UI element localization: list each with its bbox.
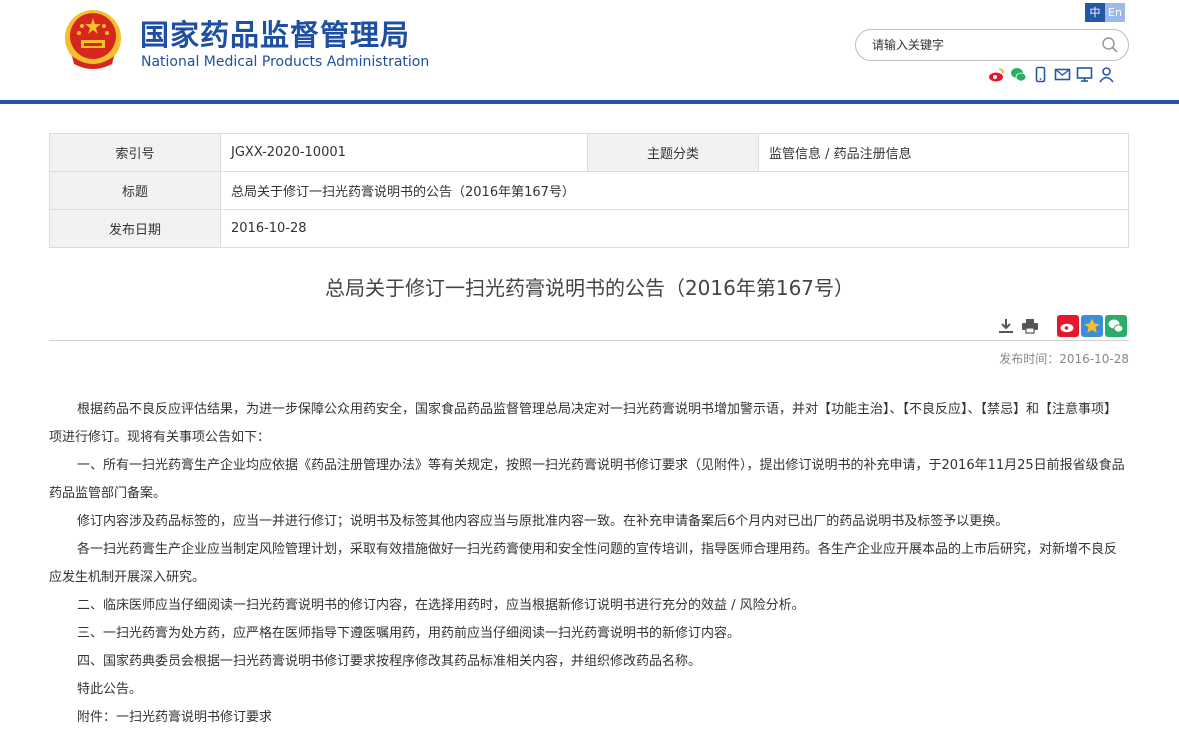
search-icon[interactable] (1101, 36, 1119, 54)
index-label: 索引号 (49, 133, 221, 172)
article-paragraph: 一、所有一扫光药膏生产企业均应依据《药品注册管理办法》等有关规定，按照一扫光药膏… (49, 458, 1125, 501)
mail-icon[interactable] (1054, 66, 1071, 83)
publish-time: 发布时间：2016-10-28 (999, 352, 1129, 366)
social-links (988, 66, 1115, 83)
search-box (855, 29, 1129, 61)
title-value: 总局关于修订一扫光药膏说明书的公告（2016年第167号） (220, 171, 1129, 210)
article-paragraph: 三、一扫光药膏为处方药，应严格在医师指导下遵医嘱用药，用药前应当仔细阅读一扫光药… (77, 626, 741, 641)
search-input[interactable] (872, 35, 1092, 55)
table-row: 发布日期 2016-10-28 (49, 209, 1129, 248)
table-row: 索引号 JGXX-2020-10001 主题分类 监管信息 / 药品注册信息 (49, 133, 1129, 172)
article-paragraph: 四、国家药典委员会根据一扫光药膏说明书修订要求按程序修改其药品标准相关内容，并组… (77, 654, 702, 669)
table-row: 标题 总局关于修订一扫光药膏说明书的公告（2016年第167号） (49, 171, 1129, 210)
article-paragraph: 特此公告。 (77, 682, 143, 697)
title-label: 标题 (49, 171, 221, 210)
share-weibo-icon[interactable] (1057, 315, 1079, 337)
article-paragraph: 各一扫光药膏生产企业应当制定风险管理计划，采取有效措施做好一扫光药膏使用和安全性… (49, 542, 1118, 585)
attachment-link[interactable]: 附件：一扫光药膏说明书修订要求 (49, 704, 1129, 732)
lang-cn-button[interactable]: 中 (1085, 3, 1105, 22)
print-icon[interactable] (1020, 316, 1040, 336)
date-value: 2016-10-28 (220, 209, 1129, 248)
index-value: JGXX-2020-10001 (220, 133, 588, 172)
mobile-icon[interactable] (1032, 66, 1049, 83)
header-divider (0, 100, 1179, 104)
lang-en-button[interactable]: En (1105, 3, 1125, 22)
site-name-cn[interactable]: 国家药品监督管理局 (140, 12, 410, 54)
site-name-en[interactable]: National Medical Products Administration (141, 54, 429, 70)
info-table: 索引号 JGXX-2020-10001 主题分类 监管信息 / 药品注册信息 标… (49, 133, 1129, 248)
article-paragraph: 修订内容涉及药品标签的，应当一并进行修订；说明书及标签其他内容应当与原批准内容一… (77, 514, 1009, 529)
share-wechat-icon[interactable] (1105, 315, 1127, 337)
date-label: 发布日期 (49, 209, 221, 248)
wechat-icon[interactable] (1010, 66, 1027, 83)
user-icon[interactable] (1098, 66, 1115, 83)
share-favorite-icon[interactable] (1081, 315, 1103, 337)
article-tools (996, 316, 1040, 336)
download-icon[interactable] (996, 316, 1016, 336)
article-title: 总局关于修订一扫光药膏说明书的公告（2016年第167号） (324, 276, 855, 300)
national-emblem-icon[interactable] (62, 8, 124, 72)
article-divider (49, 340, 1129, 341)
site-header: 国家药品监督管理局 National Medical Products Admi… (0, 0, 1179, 104)
feedback-icon[interactable] (1076, 66, 1093, 83)
weibo-icon[interactable] (988, 66, 1005, 83)
category-label: 主题分类 (587, 133, 759, 172)
category-value: 监管信息 / 药品注册信息 (758, 133, 1129, 172)
article-paragraph: 二、临床医师应当仔细阅读一扫光药膏说明书的修订内容，在选择用药时，应当根据新修订… (77, 598, 805, 613)
share-buttons (1057, 315, 1127, 337)
article-body: 根据药品不良反应评估结果，为进一步保障公众用药安全，国家食品药品监督管理总局决定… (49, 396, 1129, 732)
article-paragraph: 根据药品不良反应评估结果，为进一步保障公众用药安全，国家食品药品监督管理总局决定… (49, 402, 1118, 445)
